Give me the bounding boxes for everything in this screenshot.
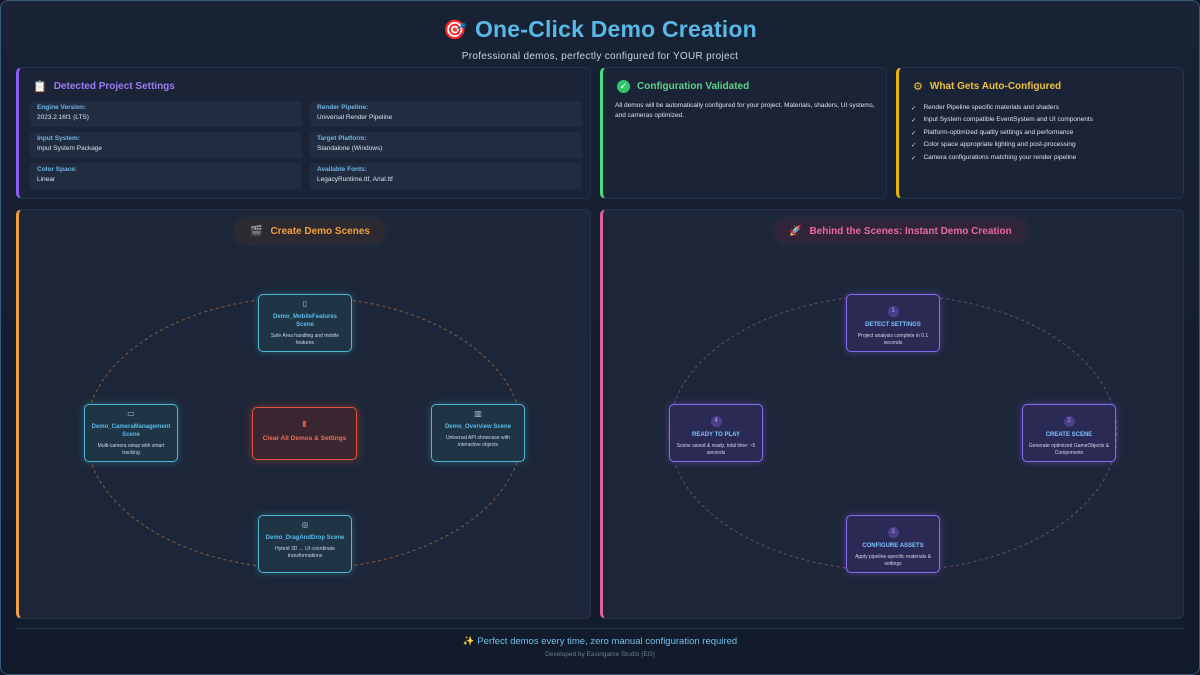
check-icon: ✓ — [617, 80, 630, 93]
setting-value: Standalone (Windows) — [317, 145, 383, 152]
clear-all-label: Clear All Demos & Settings — [262, 435, 347, 442]
trash-icon: ▮ — [302, 419, 307, 428]
step-number: 2 — [1063, 415, 1075, 427]
project-settings-card: 📋 Detected Project Settings Engine Versi… — [16, 67, 591, 199]
step-desc: Generate optimized GameObjects & Compone… — [1028, 443, 1110, 456]
scene-title: Demo_MobileFeatures Scene — [272, 314, 338, 328]
list-item-text: Render Pipeline specific materials and s… — [923, 104, 1059, 111]
list-item: ✓ Camera configurations matching your ren… — [911, 154, 1093, 166]
setting-value: Input System Package — [37, 145, 103, 152]
setting-render-pipeline: Render Pipeline: Universal Render Pipeli… — [310, 101, 582, 127]
footer-tagline: ✨ Perfect demos every time, zero manual … — [0, 636, 1200, 647]
scene-mobile-features-button[interactable]: ▯ Demo_MobileFeatures Scene Safe Area ha… — [258, 294, 352, 352]
step-configure-assets: 3 CONFIGURE ASSETS Apply pipeline-specif… — [846, 515, 940, 573]
setting-available-fonts: Available Fonts: LegacyRuntime.ttf, Aria… — [310, 163, 582, 189]
camera-icon: ▭ — [127, 409, 135, 418]
footer-divider — [16, 628, 1184, 629]
settings-grid: Engine Version: 2023.2.16f1 (LTS) Render… — [30, 101, 582, 189]
list-item: ✓ Input System compatible EventSystem and… — [911, 116, 1093, 128]
setting-value: LegacyRuntime.ttf, Arial.ttf — [317, 176, 393, 183]
auto-configured-title: What Gets Auto-Configured — [929, 81, 1062, 92]
auto-configured-list: ✓ Render Pipeline specific materials and … — [911, 104, 1093, 166]
create-demo-header: 🎬 Create Demo Scenes — [236, 220, 384, 242]
auto-configured-card: ⚙ What Gets Auto-Configured ✓ Render Pipe… — [896, 67, 1184, 199]
setting-value: Linear — [37, 176, 56, 183]
step-number: 3 — [887, 526, 899, 538]
setting-target-platform: Target Platform: Standalone (Windows) — [310, 132, 582, 158]
list-item-text: Platform-optimized quality settings and … — [923, 128, 1074, 136]
setting-value: Universal Render Pipeline — [317, 114, 393, 121]
clear-all-demos-button[interactable]: ▮ Clear All Demos & Settings — [252, 407, 357, 460]
list-item-text: Color space appropriate lighting and pos… — [923, 141, 1076, 149]
setting-value: 2023.2.16f1 (LTS) — [37, 114, 89, 121]
page-title-text: One-Click Demo Creation — [474, 16, 757, 42]
step-create-scene: 2 CREATE SCENE Generate optimized GameOb… — [1022, 404, 1116, 462]
list-item: ✓ Render Pipeline specific materials and … — [911, 104, 1093, 116]
setting-label: Engine Version: — [37, 104, 87, 111]
scene-drag-and-drop-button[interactable]: ◎ Demo_DragAndDrop Scene Hybrid 3D ↔ UI … — [258, 515, 352, 573]
scene-desc: Hybrid 3D ↔ UI coordinate transformation… — [275, 546, 335, 559]
step-detect-settings: 1 DETECT SETTINGS Project analysis compl… — [846, 294, 940, 352]
page-header: 🎯 One-Click Demo Creation Professional d… — [0, 16, 1200, 62]
setting-engine-version: Engine Version: 2023.2.16f1 (LTS) — [30, 101, 302, 127]
setting-label: Available Fonts: — [317, 166, 367, 173]
target-icon: 🎯 — [443, 19, 467, 41]
scene-title: Demo_Overview Scene — [444, 424, 512, 430]
validated-text: All demos will be automatically configur… — [615, 102, 875, 119]
list-item-text: Camera configurations matching your rend… — [923, 153, 1077, 161]
clipboard-icon: 📋 — [33, 81, 47, 93]
setting-label: Target Platform: — [317, 135, 367, 142]
scene-overview-button[interactable]: ▥ Demo_Overview Scene Universal API show… — [431, 404, 525, 462]
scene-desc: Multi-camera setup with smart tracking — [97, 443, 165, 456]
scene-desc: Safe Area handling and mobile features — [270, 333, 340, 346]
validated-header: ✓ Configuration Validated — [617, 80, 749, 93]
project-settings-title: Detected Project Settings — [53, 81, 175, 92]
checkmark-icon: ✓ — [911, 142, 917, 150]
gear-icon: ⚙ — [913, 81, 923, 93]
configuration-validated-card: ✓ Configuration Validated All demos will… — [600, 67, 887, 199]
validated-title: Configuration Validated — [637, 81, 750, 92]
checkmark-icon: ✓ — [911, 105, 917, 112]
checkmark-icon: ✓ — [911, 117, 917, 125]
clapper-icon: 🎬 — [250, 225, 263, 237]
create-demo-title: Create Demo Scenes — [270, 225, 370, 237]
page-title: 🎯 One-Click Demo Creation — [443, 16, 757, 43]
step-desc: Project analysis complete in 0.1 seconds — [857, 333, 929, 346]
step-number: 4 — [710, 415, 722, 427]
behind-scenes-header: 🚀 Behind the Scenes: Instant Demo Creati… — [775, 220, 1026, 242]
setting-input-system: Input System: Input System Package — [30, 132, 302, 158]
page-subtitle: Professional demos, perfectly configured… — [461, 51, 739, 62]
setting-label: Input System: — [37, 135, 80, 142]
sparkles-icon: ✨ — [462, 636, 475, 647]
setting-label: Color Space: — [37, 166, 78, 173]
step-number: 1 — [887, 305, 899, 317]
checkmark-icon: ✓ — [911, 154, 917, 162]
list-item-text: Input System compatible EventSystem and … — [923, 116, 1093, 124]
setting-label: Render Pipeline: — [317, 104, 369, 111]
scene-desc: Universal API showcase with interactive … — [446, 435, 510, 448]
footer-credit: Developed by Easingame Studio (EG) — [545, 651, 655, 658]
step-title: DETECT SETTINGS — [865, 322, 921, 328]
chart-icon: ▥ — [474, 409, 482, 418]
phone-icon: ▯ — [302, 299, 308, 308]
footer-tagline-text: Perfect demos every time, zero manual co… — [477, 636, 738, 647]
scene-camera-management-button[interactable]: ▭ Demo_CameraManagement Scene Multi-came… — [84, 404, 178, 462]
step-desc: Apply pipeline-specific materials & sett… — [855, 554, 931, 567]
auto-configured-header: ⚙ What Gets Auto-Configured — [913, 80, 1061, 93]
list-item: ✓ Platform-optimized quality settings and… — [911, 129, 1093, 141]
scene-title: Demo_CameraManagement Scene — [91, 424, 171, 438]
scene-title: Demo_DragAndDrop Scene — [265, 535, 345, 541]
step-desc: Scene saved & ready, total time: ~5 seco… — [676, 443, 756, 456]
list-item: ✓ Color space appropriate lighting and po… — [911, 141, 1093, 153]
step-title: CREATE SCENE — [1045, 432, 1093, 438]
rocket-icon: 🚀 — [789, 225, 802, 237]
setting-color-space: Color Space: Linear — [30, 163, 302, 189]
step-title: READY TO PLAY — [692, 432, 740, 438]
behind-scenes-title: Behind the Scenes: Instant Demo Creation — [809, 225, 1012, 237]
project-settings-header: 📋 Detected Project Settings — [33, 80, 175, 93]
step-title: CONFIGURE ASSETS — [862, 543, 924, 549]
step-ready-to-play: 4 READY TO PLAY Scene saved & ready, tot… — [669, 404, 763, 462]
checkmark-icon: ✓ — [911, 129, 917, 137]
target-icon: ◎ — [301, 520, 309, 529]
